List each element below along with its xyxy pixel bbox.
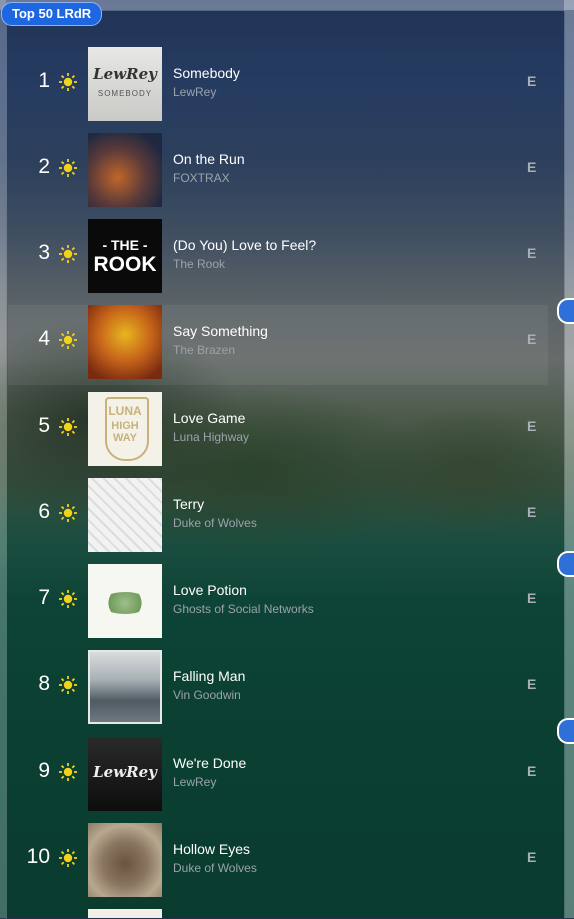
track-rank: 2 xyxy=(38,155,50,178)
sun-icon xyxy=(59,418,77,436)
sun-icon xyxy=(59,159,77,177)
track-title[interactable]: On the Run xyxy=(173,151,245,167)
explicit-badge: E xyxy=(527,73,537,89)
track-artist[interactable]: Duke of Wolves xyxy=(173,516,257,530)
track-rank: 6 xyxy=(38,500,50,523)
explicit-badge: E xyxy=(527,763,537,779)
track-rank: 3 xyxy=(38,241,50,264)
track-rank: 5 xyxy=(38,414,50,437)
explicit-badge: E xyxy=(527,159,537,175)
track-row[interactable]: 1 LewRey SOMEBODY Somebody LewRey E xyxy=(8,47,548,127)
track-row[interactable]: 5 LUNA HIGH WAY Love Game Luna Highway E xyxy=(8,392,548,472)
track-title[interactable]: Love Game xyxy=(173,410,245,426)
album-art[interactable] xyxy=(88,823,162,897)
track-row[interactable]: 6 Terry Duke of Wolves E xyxy=(8,478,548,558)
album-art-text: LewRey xyxy=(93,763,157,781)
track-title[interactable]: (Do You) Love to Feel? xyxy=(173,237,316,253)
right-border xyxy=(564,0,574,918)
track-artist[interactable]: LewRey xyxy=(173,85,216,99)
album-art[interactable]: LUNA HIGH WAY xyxy=(88,392,162,466)
album-art[interactable]: LewRey xyxy=(88,737,162,811)
album-art[interactable]: LewRey SOMEBODY xyxy=(88,47,162,121)
track-artist[interactable]: The Brazen xyxy=(173,343,235,357)
track-rank: 9 xyxy=(38,759,50,782)
track-title[interactable]: Say Something xyxy=(173,323,268,339)
track-artist[interactable]: LewRey xyxy=(173,775,216,789)
sun-icon xyxy=(59,331,77,349)
album-art-text: LUNA xyxy=(108,404,142,418)
side-tab[interactable] xyxy=(557,298,574,324)
album-art[interactable]: - THE - ROOK xyxy=(88,219,162,293)
explicit-badge: E xyxy=(527,331,537,347)
track-title[interactable]: Love Potion xyxy=(173,582,247,598)
album-art-text: - THE - xyxy=(102,237,148,253)
side-tab[interactable] xyxy=(557,551,574,577)
sun-icon xyxy=(59,763,77,781)
explicit-badge: E xyxy=(527,245,537,261)
track-title[interactable]: Terry xyxy=(173,496,204,512)
album-art[interactable] xyxy=(88,909,162,918)
playlist-title-badge[interactable]: Top 50 LRdR xyxy=(1,2,103,26)
album-art[interactable] xyxy=(88,305,162,379)
side-tab[interactable] xyxy=(557,718,574,744)
track-row[interactable]: 8 Falling Man Vin Goodwin E xyxy=(8,650,548,730)
track-row[interactable]: 2 On the Run FOXTRAX E xyxy=(8,133,548,213)
explicit-badge: E xyxy=(527,418,537,434)
track-row[interactable]: 10 Hollow Eyes Duke of Wolves E xyxy=(8,823,548,903)
track-artist[interactable]: Vin Goodwin xyxy=(173,688,241,702)
sun-icon xyxy=(59,73,77,91)
track-artist[interactable]: Ghosts of Social Networks xyxy=(173,602,314,616)
album-art[interactable] xyxy=(88,133,162,207)
track-row[interactable]: 4 Say Something The Brazen E xyxy=(8,305,548,385)
sun-icon xyxy=(59,504,77,522)
track-title[interactable]: Hollow Eyes xyxy=(173,841,250,857)
track-row[interactable]: 3 - THE - ROOK (Do You) Love to Feel? Th… xyxy=(8,219,548,299)
track-artist[interactable]: FOXTRAX xyxy=(173,171,230,185)
sun-icon xyxy=(59,245,77,263)
album-art-subtext: ROOK xyxy=(93,253,157,276)
sun-icon xyxy=(59,590,77,608)
album-art[interactable] xyxy=(88,564,162,638)
track-row[interactable]: 9 LewRey We're Done LewRey E xyxy=(8,737,548,817)
explicit-badge: E xyxy=(527,676,537,692)
track-title[interactable]: We're Done xyxy=(173,755,246,771)
album-art-subtext: SOMEBODY xyxy=(97,89,153,98)
track-rank: 7 xyxy=(38,586,50,609)
track-rank: 8 xyxy=(38,672,50,695)
sun-icon xyxy=(59,849,77,867)
track-rank: 10 xyxy=(26,845,50,868)
explicit-badge: E xyxy=(527,504,537,520)
track-row[interactable]: 7 Love Potion Ghosts of Social Networks … xyxy=(8,564,548,644)
explicit-badge: E xyxy=(527,590,537,606)
album-art-subtext: HIGH WAY xyxy=(111,420,139,444)
track-title[interactable]: Somebody xyxy=(173,65,240,81)
sun-icon xyxy=(59,676,77,694)
album-art[interactable] xyxy=(88,478,162,552)
track-title[interactable]: Falling Man xyxy=(173,668,245,684)
track-artist[interactable]: Luna Highway xyxy=(173,430,249,444)
album-art[interactable] xyxy=(88,650,162,724)
album-art-text: LewRey xyxy=(93,65,157,83)
track-rank: 4 xyxy=(38,327,50,350)
track-artist[interactable]: Duke of Wolves xyxy=(173,861,257,875)
explicit-badge: E xyxy=(527,849,537,865)
track-rank: 1 xyxy=(38,69,50,92)
track-artist[interactable]: The Rook xyxy=(173,257,225,271)
